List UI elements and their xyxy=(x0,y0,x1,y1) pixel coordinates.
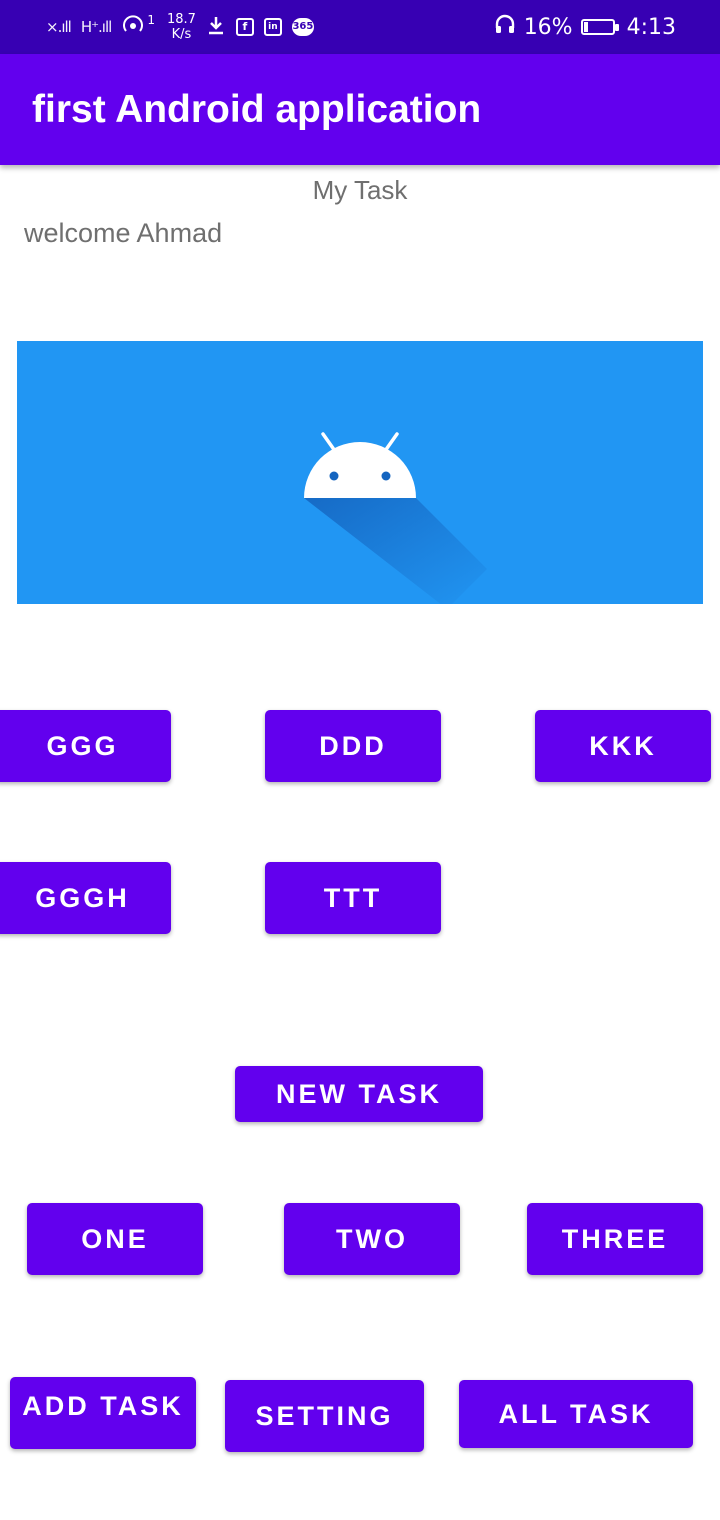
battery-icon xyxy=(580,19,619,35)
page-heading: My Task xyxy=(312,175,408,205)
network-speed: 18.7 K/s xyxy=(167,12,196,42)
add-task-button[interactable]: ADD TASK xyxy=(10,1377,196,1449)
signal-strength-icon: H⁺.ıll xyxy=(80,18,112,36)
battery-level-fill xyxy=(583,22,589,32)
ggg-button[interactable]: GGG xyxy=(0,710,171,782)
office-365-icon: 365 xyxy=(291,18,314,36)
download-icon xyxy=(206,15,226,39)
all-task-button[interactable]: ALL TASK xyxy=(459,1380,693,1448)
kkk-button[interactable]: KKK xyxy=(535,710,711,782)
linkedin-icon: in xyxy=(263,18,282,36)
signal-strength-icon: ×.ıll xyxy=(46,18,72,36)
hotspot-icon xyxy=(121,14,145,40)
status-icons-right: 16% 4:13 xyxy=(494,12,676,42)
three-button[interactable]: THREE xyxy=(527,1203,703,1275)
facebook-icon: f xyxy=(235,18,254,36)
ttt-button[interactable]: TTT xyxy=(265,862,441,934)
network-speed-unit: K/s xyxy=(171,27,192,42)
banner-image xyxy=(17,341,703,604)
setting-button[interactable]: SETTING xyxy=(225,1380,424,1452)
app-title: first Android application xyxy=(32,88,482,131)
android-icon xyxy=(304,432,487,604)
network-speed-value: 18.7 xyxy=(166,12,196,27)
gggh-button[interactable]: GGGH xyxy=(0,862,171,934)
app-bar: first Android application xyxy=(0,54,720,165)
headphones-icon xyxy=(494,13,516,41)
new-task-button[interactable]: NEW TASK xyxy=(235,1066,483,1122)
hotspot-count: 1 xyxy=(147,13,155,27)
clock: 4:13 xyxy=(626,14,676,40)
status-bar: ×.ıll H⁺.ıll 1 18.7 K/s f in 365 16% 4:1… xyxy=(0,0,720,54)
welcome-text: welcome Ahmad xyxy=(24,218,223,248)
ddd-button[interactable]: DDD xyxy=(265,710,441,782)
status-icons-left: ×.ıll H⁺.ıll 1 18.7 K/s f in 365 xyxy=(46,10,314,44)
two-button[interactable]: TWO xyxy=(284,1203,460,1275)
one-button[interactable]: ONE xyxy=(27,1203,203,1275)
battery-percent: 16% xyxy=(523,14,573,40)
